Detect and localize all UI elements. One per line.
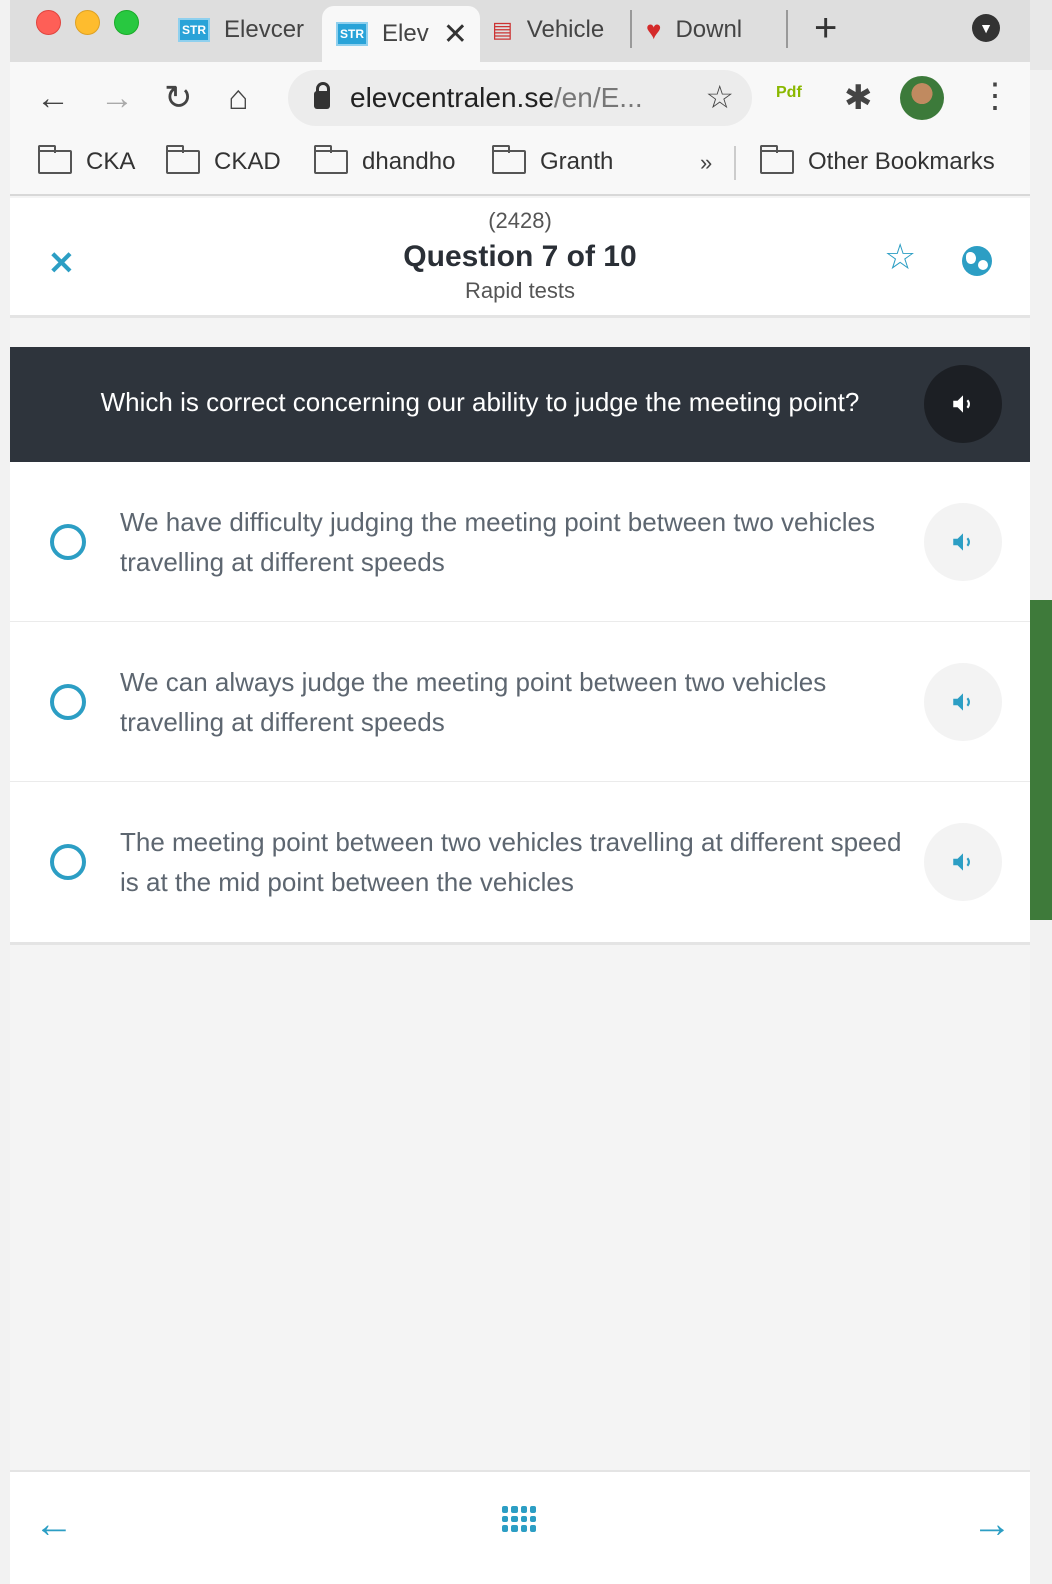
favorite-star-icon[interactable]: ☆	[884, 236, 916, 278]
answer-option[interactable]: The meeting point between two vehicles t…	[10, 782, 1030, 942]
page-subtitle: Rapid tests	[464, 278, 576, 303]
answer-text: We can always judge the meeting point be…	[120, 667, 827, 737]
question-text: Which is correct concerning our ability …	[100, 387, 860, 417]
tab-elevcentralen-1[interactable]: STR Elevcer	[178, 6, 318, 54]
folder-icon	[760, 145, 794, 174]
profile-avatar[interactable]	[900, 76, 944, 120]
bookmark-folder-granth[interactable]: Granth	[492, 145, 614, 176]
folder-icon	[492, 145, 526, 174]
tab-label: Vehicle	[526, 16, 605, 43]
bookmarks-overflow-button[interactable]: »	[700, 150, 712, 176]
heart-favicon-icon: ♥	[646, 14, 662, 45]
license-favicon-icon: ▤	[492, 17, 513, 42]
question-id: (2428)	[488, 208, 552, 233]
folder-icon	[38, 145, 72, 174]
reload-button[interactable]: ↻	[164, 78, 193, 118]
bookmark-folder-cka[interactable]: CKA	[38, 145, 136, 176]
tab-label: Elev	[382, 20, 429, 47]
extensions-puzzle-icon[interactable]: ✱	[844, 78, 873, 118]
speaker-icon	[953, 853, 970, 871]
minimize-window-button[interactable]	[75, 10, 100, 35]
previous-question-arrow-icon[interactable]: ←	[34, 1502, 74, 1547]
other-bookmarks-folder[interactable]: Other Bookmarks	[760, 145, 995, 176]
bookmark-label: dhandho	[362, 148, 456, 175]
str-favicon-icon: STR	[336, 22, 368, 46]
folder-icon	[314, 145, 348, 174]
bookmark-label: CKAD	[214, 148, 281, 175]
bookmarks-bar: CKA CKAD dhandho Granth » Other Bookmark…	[10, 134, 1030, 196]
bookmark-label: Other Bookmarks	[808, 148, 995, 175]
browser-menu-icon[interactable]: ⋮	[978, 76, 1012, 116]
answer-radio[interactable]	[50, 524, 86, 560]
url-path: /en/E...	[553, 82, 643, 113]
answer-audio-button[interactable]	[924, 823, 1002, 901]
answer-text: The meeting point between two vehicles t…	[120, 827, 902, 897]
speaker-icon	[953, 533, 970, 551]
tab-label: Elevcer	[224, 16, 305, 43]
tab-download[interactable]: ♥ Downl	[646, 6, 786, 54]
back-button[interactable]: ←	[36, 78, 70, 118]
bookmark-label: CKA	[86, 148, 136, 175]
str-favicon-icon: STR	[178, 18, 210, 42]
home-button[interactable]: ⌂	[228, 78, 249, 118]
tab-strip: STR Elevcer STR Elev ✕ ▤ Vehicle ♥ Downl…	[10, 0, 1030, 62]
lock-icon	[314, 82, 330, 109]
page-title: Question 7 of 10	[403, 240, 637, 273]
background-window-right	[1030, 0, 1052, 1584]
question-audio-button[interactable]	[924, 365, 1002, 443]
bookmark-folder-ckad[interactable]: CKAD	[166, 145, 281, 176]
close-tab-icon[interactable]: ✕	[443, 17, 468, 52]
tab-vehicle[interactable]: ▤ Vehicle	[492, 6, 626, 54]
answer-option[interactable]: We have difficulty judging the meeting p…	[10, 462, 1030, 622]
url-host: elevcentralen.se	[350, 82, 554, 113]
answer-radio[interactable]	[50, 844, 86, 880]
answer-audio-button[interactable]	[924, 663, 1002, 741]
address-bar[interactable]: elevcentralen.se/en/E... ☆	[288, 70, 752, 126]
bookmark-label: Granth	[540, 148, 614, 175]
quiz-header: ✕ (2428) Question 7 of 10 Rapid tests ☆	[10, 198, 1030, 318]
question-banner: Which is correct concerning our ability …	[10, 347, 1030, 462]
tab-elevcentralen-active[interactable]: STR Elev ✕	[322, 6, 480, 62]
answer-radio[interactable]	[50, 684, 86, 720]
answer-list: We have difficulty judging the meeting p…	[10, 462, 1030, 945]
new-tab-button[interactable]: +	[814, 6, 837, 50]
browser-toolbar: ← → ↻ ⌂ elevcentralen.se/en/E... ☆ Pdf ✱…	[10, 62, 1030, 134]
question-grid-icon[interactable]	[502, 1506, 536, 1532]
window-controls	[36, 10, 139, 35]
answer-audio-button[interactable]	[924, 503, 1002, 581]
bookmark-folder-dhandho[interactable]: dhandho	[314, 145, 456, 176]
speaker-icon	[953, 395, 970, 413]
close-window-button[interactable]	[36, 10, 61, 35]
tab-search-button[interactable]: ▼	[972, 14, 1000, 42]
language-globe-icon[interactable]	[962, 246, 992, 276]
bookmark-star-icon[interactable]: ☆	[705, 78, 734, 116]
maximize-window-button[interactable]	[114, 10, 139, 35]
next-question-arrow-icon[interactable]: →	[972, 1502, 1012, 1547]
quiz-footer: ← →	[10, 1470, 1030, 1584]
answer-text: We have difficulty judging the meeting p…	[120, 507, 875, 577]
folder-icon	[166, 145, 200, 174]
forward-button[interactable]: →	[100, 78, 134, 118]
pdf-extension-icon[interactable]: Pdf	[776, 84, 802, 102]
answer-option[interactable]: We can always judge the meeting point be…	[10, 622, 1030, 782]
tab-label: Downl	[675, 16, 743, 43]
speaker-icon	[953, 693, 970, 711]
browser-window: STR Elevcer STR Elev ✕ ▤ Vehicle ♥ Downl…	[10, 0, 1030, 1584]
